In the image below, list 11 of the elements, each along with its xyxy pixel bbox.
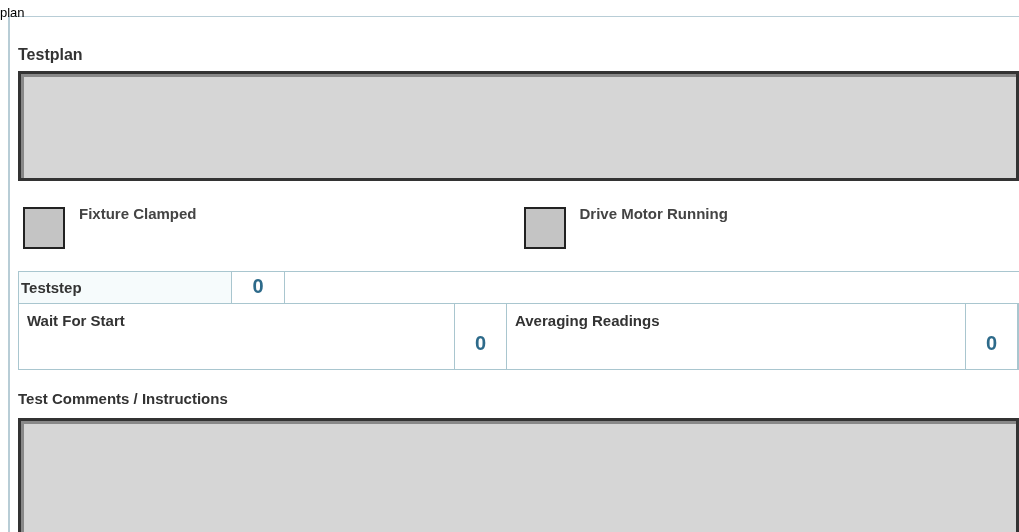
table-cell-text: Wait For Start [26,311,126,331]
field-label: Test Comments / Instructions [18,389,229,409]
field-label: Testplan [18,45,84,65]
table-cell: 0 [454,304,507,369]
table-cell: Teststep [18,272,232,303]
table-cell: 0 [232,272,285,303]
indicator-label: Drive Motor Running [579,204,728,224]
table-cell-text: Averaging Readings [514,311,661,331]
indicator-label: Fixture Clamped [79,204,197,224]
table-cell: 0 [965,304,1018,369]
caption: plan [0,5,25,21]
